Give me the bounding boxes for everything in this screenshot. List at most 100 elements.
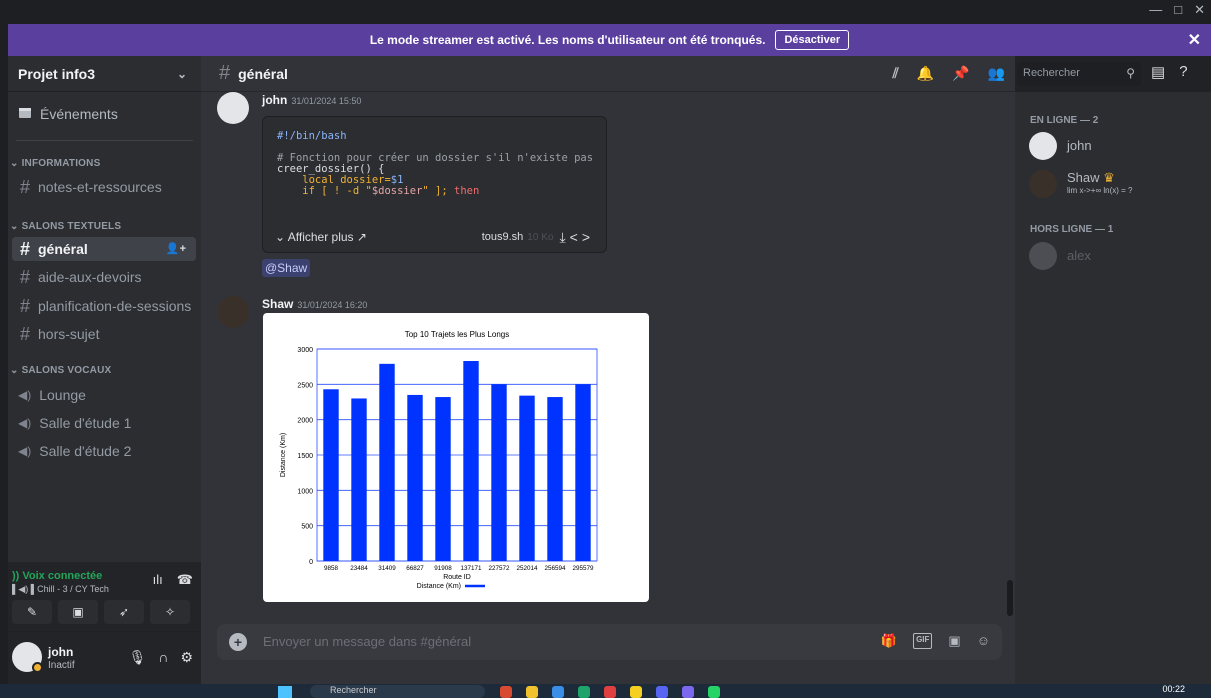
- hash-icon: #: [19, 266, 30, 287]
- member-item[interactable]: alex: [1029, 242, 1199, 272]
- voice-channel-salle-1[interactable]: ◀) Salle d'étude 1: [12, 411, 196, 435]
- gift-icon[interactable]: 🎁: [881, 633, 897, 649]
- help-icon[interactable]: ?: [1179, 63, 1187, 81]
- threads-icon[interactable]: ⫽: [892, 65, 898, 82]
- message-header: john 31/01/2024 15:50: [262, 93, 361, 107]
- channel-label: planification-de-sessions: [38, 298, 192, 314]
- banner-close-icon[interactable]: ✕: [1188, 30, 1201, 50]
- members-icon[interactable]: 👥: [988, 65, 1005, 82]
- channel-notes-et-ressources[interactable]: # notes-et-ressources: [12, 175, 196, 199]
- x-tick-label: 31409: [378, 565, 396, 572]
- scrollbar[interactable]: [1007, 580, 1013, 616]
- author-name[interactable]: john: [262, 93, 287, 107]
- channel-planification-de-sessions[interactable]: # planification-de-sessions: [12, 294, 196, 318]
- app-icon[interactable]: [604, 686, 616, 698]
- bar: [323, 389, 339, 561]
- avatar[interactable]: [217, 92, 249, 124]
- server-header[interactable]: Projet info3 ⌄: [8, 56, 201, 92]
- y-tick-label: 3000: [297, 347, 313, 354]
- member-item[interactable]: john: [1029, 132, 1199, 162]
- sticker-icon[interactable]: ▣: [948, 633, 960, 649]
- member-custom-status: lim x->+∞ ln(x) = ?: [1067, 186, 1133, 195]
- clock: 00:22: [1162, 684, 1185, 694]
- message-timestamp: 31/01/2024 15:50: [291, 96, 362, 106]
- member-list: EN LIGNE — 2 john Shaw ♛ lim x->+∞ ln(x)…: [1015, 92, 1211, 684]
- whatsapp-icon[interactable]: [708, 686, 720, 698]
- channel-aide-aux-devoirs[interactable]: # aide-aux-devoirs: [12, 265, 196, 289]
- expand-button[interactable]: ⌄ Afficher plus ↗: [275, 230, 367, 244]
- member-item[interactable]: Shaw ♛ lim x->+∞ ln(x) = ?: [1029, 170, 1199, 200]
- headphones-icon[interactable]: ∩: [158, 649, 168, 666]
- add-member-icon[interactable]: 👤+: [166, 242, 186, 255]
- search-input[interactable]: Rechercher ⚲: [1017, 62, 1141, 86]
- minimize-button[interactable]: —: [1149, 2, 1162, 18]
- message-input[interactable]: Envoyer un message dans #général: [263, 634, 471, 649]
- signal-icon: )): [12, 570, 23, 582]
- y-tick-label: 0: [309, 559, 313, 566]
- offline-header: HORS LIGNE — 1: [1030, 224, 1114, 235]
- chrome-icon[interactable]: [630, 686, 642, 698]
- y-tick-label: 1000: [297, 488, 313, 495]
- x-axis-label: Route ID: [443, 574, 471, 581]
- maximize-button[interactable]: □: [1174, 2, 1182, 18]
- member-name: Shaw ♛: [1067, 170, 1115, 185]
- file-name[interactable]: tous9.sh: [482, 231, 524, 243]
- soundboard-button[interactable]: ✧: [150, 600, 190, 624]
- author-name[interactable]: Shaw: [262, 297, 293, 311]
- disconnect-icon[interactable]: ☎: [177, 572, 193, 588]
- file-size: 10 Ko: [527, 231, 554, 243]
- camera-off-button[interactable]: ✎: [12, 600, 52, 624]
- category-salons-vocaux[interactable]: ⌄ SALONS VOCAUX: [10, 365, 111, 376]
- folder-icon[interactable]: [526, 686, 538, 698]
- hash-icon: #: [219, 62, 231, 84]
- code-footer: ⌄ Afficher plus ↗ tous9.sh 10 Ko ⤓<>: [263, 222, 606, 252]
- gif-icon[interactable]: GIF: [913, 633, 933, 649]
- user-mention[interactable]: @Shaw: [262, 259, 311, 277]
- download-icon[interactable]: ⤓: [559, 229, 569, 245]
- voice-status[interactable]: )) Voix connectée: [12, 570, 102, 582]
- noise-suppression-icon[interactable]: ılı: [153, 572, 163, 588]
- activity-button[interactable]: ➶: [104, 600, 144, 624]
- legend-label: Distance (Km): [417, 583, 461, 590]
- windows-start-icon[interactable]: [278, 686, 292, 698]
- bar: [435, 397, 451, 561]
- speaker-icon: ◀): [18, 444, 32, 458]
- close-window-button[interactable]: ✕: [1194, 2, 1205, 18]
- emoji-icon[interactable]: ☺: [977, 633, 990, 649]
- avatar[interactable]: [217, 296, 249, 328]
- hash-icon: #: [19, 238, 30, 259]
- channel-header: # général ⫽ 🔔 📌 👥: [201, 56, 1015, 92]
- message-timestamp: 31/01/2024 16:20: [297, 300, 368, 310]
- channel-hors-sujet[interactable]: # hors-sujet: [12, 322, 196, 346]
- y-tick-label: 500: [301, 524, 313, 531]
- screen-share-button[interactable]: ▣: [58, 600, 98, 624]
- bell-icon[interactable]: 🔔: [917, 65, 934, 82]
- discord-icon[interactable]: [656, 686, 668, 698]
- events-item[interactable]: Événements: [18, 106, 118, 122]
- avatar: [1029, 242, 1057, 270]
- category-salons-textuels[interactable]: ⌄ SALONS TEXTUELS: [10, 221, 121, 232]
- store-icon[interactable]: [552, 686, 564, 698]
- disable-streamer-button[interactable]: Désactiver: [775, 30, 850, 50]
- message-header: Shaw 31/01/2024 16:20: [262, 297, 367, 311]
- add-attachment-button[interactable]: +: [229, 633, 247, 651]
- teams-icon[interactable]: [682, 686, 694, 698]
- category-informations[interactable]: ⌄ INFORMATIONS: [10, 158, 100, 169]
- channel-general[interactable]: # général 👤+: [12, 237, 196, 261]
- microphone-icon[interactable]: 🎙: [129, 649, 147, 666]
- taskbar-search[interactable]: Rechercher: [310, 685, 485, 698]
- inbox-icon[interactable]: ▤: [1151, 63, 1165, 81]
- edge-icon[interactable]: [578, 686, 590, 698]
- pin-icon[interactable]: 📌: [952, 65, 969, 82]
- voice-channel-salle-2[interactable]: ◀) Salle d'étude 2: [12, 439, 196, 463]
- y-axis-label: Distance (Km): [280, 433, 287, 477]
- idle-status-icon: [32, 662, 43, 673]
- chart-image-attachment[interactable]: Top 10 Trajets les Plus Longs 0 500 1000 150…: [263, 313, 649, 602]
- channel-label: Salle d'étude 1: [39, 415, 132, 431]
- app-icon[interactable]: [500, 686, 512, 698]
- x-tick-label: 66827: [406, 565, 424, 572]
- code-view-icon[interactable]: <>: [570, 229, 594, 245]
- gear-icon[interactable]: ⚙: [180, 649, 193, 666]
- user-name: john: [48, 645, 74, 659]
- voice-channel-lounge[interactable]: ◀) Lounge: [12, 383, 196, 407]
